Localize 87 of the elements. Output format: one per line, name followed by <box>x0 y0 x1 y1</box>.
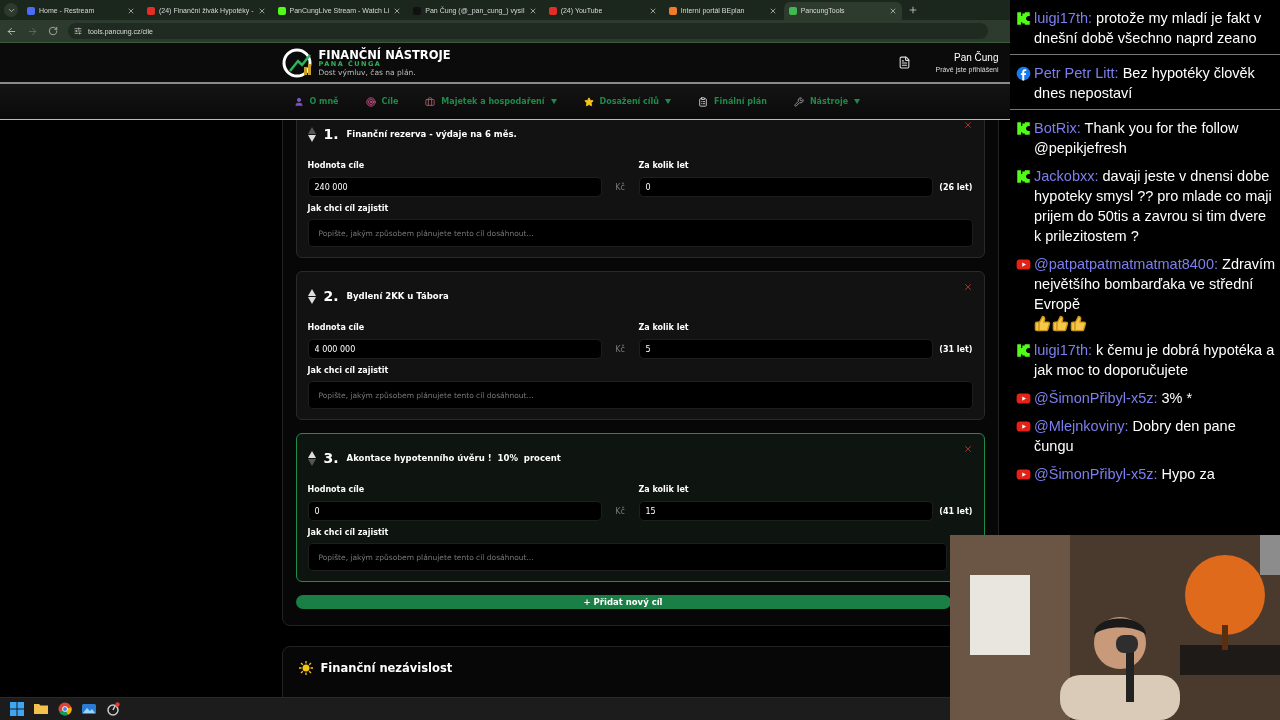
remove-button[interactable] <box>962 282 973 292</box>
nav-item[interactable]: Nástroje <box>793 96 861 107</box>
chat-message: BotRix: Thank you for the follow @pepikjefresh <box>1034 120 1239 156</box>
field-label: Hodnota cíle <box>307 322 366 332</box>
move-up-icon[interactable] <box>307 450 316 458</box>
field-label: Za kolik let <box>638 322 690 332</box>
close-icon[interactable] <box>648 7 657 15</box>
currency-label: Kč <box>614 182 626 192</box>
chat-message: @patpatpatmatmatmat8400: Zdravím největšího bombarďaka ve střední Evropě <box>1034 256 1276 312</box>
kick-icon <box>1016 10 1031 26</box>
kick-icon <box>1016 120 1031 136</box>
thumbs-up-icon <box>1070 315 1087 332</box>
input-field[interactable]: 0 <box>307 501 602 521</box>
remove-button[interactable] <box>962 444 973 454</box>
move-down-icon[interactable] <box>307 296 316 304</box>
sun-icon <box>298 661 313 675</box>
site-settings-icon[interactable] <box>74 27 82 35</box>
reload-icon[interactable] <box>48 26 58 36</box>
app-icon[interactable] <box>106 702 120 716</box>
back-icon[interactable] <box>6 25 17 37</box>
goal-number: 3. <box>323 450 339 466</box>
goal-title: Finanční rezerva - výdaje na 6 měs. <box>346 129 517 139</box>
close-icon[interactable] <box>888 7 897 15</box>
field-label: Za kolik let <box>638 484 690 494</box>
nav-item[interactable]: Cíle <box>365 96 399 107</box>
goal-title: Akontace hypotenního úvěru ! 10% procent <box>346 453 561 463</box>
tab-list-button[interactable] <box>4 3 18 17</box>
currency-label: Kč <box>614 344 626 354</box>
kick-icon <box>1016 342 1031 358</box>
chat-message: luigi17th: protože my mladí je fakt v dnešní době všechno naprd zeano <box>1034 10 1262 46</box>
thumbs-up-icon <box>1034 315 1051 332</box>
windows-icon[interactable] <box>10 702 24 716</box>
field-label: Jak chci cíl zajistit <box>307 366 390 375</box>
years-note: (31 let) <box>938 344 973 354</box>
close-icon[interactable] <box>393 7 402 15</box>
star-icon <box>583 96 594 107</box>
input-field[interactable]: 5 <box>638 339 933 359</box>
photos-icon[interactable] <box>82 702 96 716</box>
field-label: Za kolik let <box>638 160 690 170</box>
chat-message: luigi17th: k čemu je dobrá hypotéka a jak moc to doporučujete <box>1034 342 1275 378</box>
nav-item[interactable]: Majetek a hospodaření <box>425 96 557 107</box>
nav-item[interactable]: O mně <box>293 96 339 107</box>
kick-icon <box>1016 168 1031 184</box>
tools-icon <box>793 96 804 107</box>
chat-message: Jackobxx: davaji jeste v dnensi dobe hypoteky smysl ?? pro mlade co maji prijem do 50tis a zavrou si tim dvere k prilezitostem ? <box>1034 168 1272 244</box>
input-field[interactable]: 240 000 <box>307 177 602 197</box>
input-field[interactable]: 4 000 000 <box>307 339 602 359</box>
clipboard-icon <box>698 96 709 107</box>
field-label: Hodnota cíle <box>307 160 366 170</box>
chat-message: @ŠimonPřibyl-x5z: 3% * <box>1034 390 1193 406</box>
nav-item[interactable]: Dosažení cílů <box>583 96 672 107</box>
app-title: FINANČNÍ NÁSTROJE <box>318 48 451 61</box>
input-field[interactable]: 0 <box>638 177 933 197</box>
move-down-icon[interactable] <box>307 134 316 142</box>
currency-label: Kč <box>614 506 626 516</box>
briefcase-icon <box>425 96 436 107</box>
goal-number: 2. <box>323 288 339 304</box>
facebook-icon <box>1016 65 1031 81</box>
document-icon[interactable] <box>898 56 912 69</box>
thumbs-up-icon <box>1052 315 1069 332</box>
close-icon[interactable] <box>127 7 135 15</box>
move-up-icon[interactable] <box>307 288 316 296</box>
folder-icon[interactable] <box>34 702 48 716</box>
close-icon[interactable] <box>528 7 537 15</box>
chat-message: @Mlejnkoviny: Dobry den pane čungu <box>1034 418 1236 454</box>
goal-title: Bydlení 2KK u Tábora <box>346 291 449 301</box>
close-icon[interactable] <box>257 7 266 15</box>
field-label: Hodnota cíle <box>307 484 366 494</box>
person-icon <box>293 96 304 107</box>
new-tab-icon[interactable] <box>907 5 918 15</box>
years-note: (41 let) <box>938 506 973 516</box>
remove-button[interactable] <box>962 120 973 130</box>
years-note: (26 let) <box>938 182 973 192</box>
target-icon <box>365 96 376 107</box>
field-label: Jak chci cíl zajistit <box>307 204 390 213</box>
input-field[interactable]: 15 <box>638 501 933 521</box>
goal-number: 1. <box>323 126 339 142</box>
nav-item[interactable]: Finální plán <box>698 96 767 107</box>
logo-icon <box>281 46 314 79</box>
user-name: Pan Čung <box>954 52 999 63</box>
section-title: Finanční nezávislost <box>320 661 453 675</box>
browser-icon[interactable] <box>58 702 72 716</box>
add-goal-button[interactable]: + Přidat nový cíl <box>295 595 951 609</box>
field-label: Jak chci cíl zajistit <box>307 528 390 537</box>
chat-message: Petr Petr Litt: Bez hypotéky člověk dnes nepostaví <box>1034 65 1255 101</box>
close-icon[interactable] <box>768 7 777 15</box>
chat-message: @ŠimonPřibyl-x5z: Hypo za <box>1034 466 1215 482</box>
